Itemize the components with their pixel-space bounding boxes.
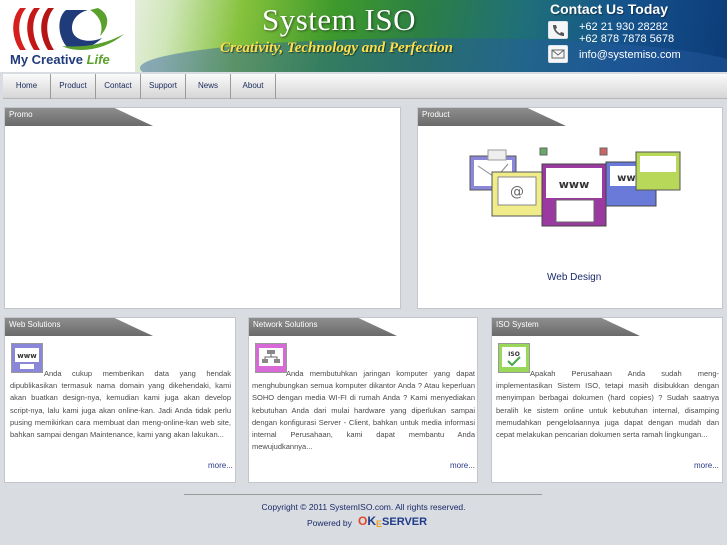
panel-header: ISO System — [492, 318, 640, 336]
logo-tagline: My Creative Life — [10, 52, 110, 67]
panel-header: Promo — [5, 108, 153, 126]
iso-system-panel: ISO System ISO Apakah Perusahaan Anda su… — [491, 317, 723, 483]
web-design-caption[interactable]: Web Design — [547, 272, 601, 283]
email-icon — [548, 45, 568, 63]
web-design-illustration[interactable]: @ www www — [468, 146, 683, 231]
phone-icon — [548, 21, 568, 39]
phone-number-2: +62 878 7878 5678 — [579, 33, 675, 45]
footer-divider — [184, 494, 542, 495]
main-nav: Home Product Contact Support News About — [3, 74, 727, 99]
panel-header: Web Solutions — [5, 318, 153, 336]
network-solutions-text: Anda membutuhkan jaringan komputer yang … — [252, 369, 475, 452]
promo-panel: Promo — [4, 107, 401, 309]
svg-text:www: www — [559, 178, 590, 191]
copyright-text: Copyright © 2011 SystemISO.com. All righ… — [261, 502, 466, 512]
network-solutions-panel: Network Solutions Anda membutuhkan jarin… — [248, 317, 478, 483]
panel-header: Product — [418, 108, 566, 126]
network-solutions-more-link[interactable]: more... — [450, 461, 475, 470]
nav-item-product[interactable]: Product — [51, 74, 96, 99]
iso-system-text: Apakah Perusahaan Anda sudah meng-implem… — [496, 369, 719, 440]
logo[interactable]: My Creative Life — [0, 0, 135, 72]
site-tagline: Creativity, Technology and Perfection — [220, 40, 454, 56]
nav-item-contact[interactable]: Contact — [96, 74, 141, 99]
iso-system-title: ISO System — [496, 320, 539, 329]
phone-number-1: +62 21 930 28282 — [579, 21, 669, 33]
web-solutions-panel: Web Solutions www Anda cukup memberikan … — [4, 317, 236, 483]
nav-item-news[interactable]: News — [186, 74, 231, 99]
svg-text:ISO: ISO — [508, 351, 520, 358]
promo-title: Promo — [9, 110, 33, 119]
web-solutions-title: Web Solutions — [9, 320, 61, 329]
email-address[interactable]: info@systemiso.com — [579, 49, 681, 61]
iso-system-more-link[interactable]: more... — [694, 461, 719, 470]
site-header: My Creative Life System ISO Creativity, … — [0, 0, 727, 72]
product-title: Product — [422, 110, 450, 119]
contact-title: Contact Us Today — [550, 1, 668, 17]
nav-item-about[interactable]: About — [231, 74, 276, 99]
site-title: System ISO — [262, 2, 416, 37]
okeserver-logo[interactable]: OKESERVER — [358, 514, 427, 529]
panel-header: Network Solutions — [249, 318, 397, 336]
iso-logo-mark — [13, 8, 124, 50]
web-solutions-text: Anda cukup memberikan data yang hendak d… — [10, 369, 231, 440]
nav-item-home[interactable]: Home — [3, 74, 51, 99]
nav-item-support[interactable]: Support — [141, 74, 186, 99]
powered-by-label: Powered by — [307, 518, 352, 528]
product-panel: Product @ www www Web Design — [417, 107, 723, 309]
web-solutions-more-link[interactable]: more... — [208, 461, 233, 470]
svg-text:www: www — [17, 352, 37, 360]
network-solutions-title: Network Solutions — [253, 320, 318, 329]
svg-text:@: @ — [510, 184, 524, 200]
